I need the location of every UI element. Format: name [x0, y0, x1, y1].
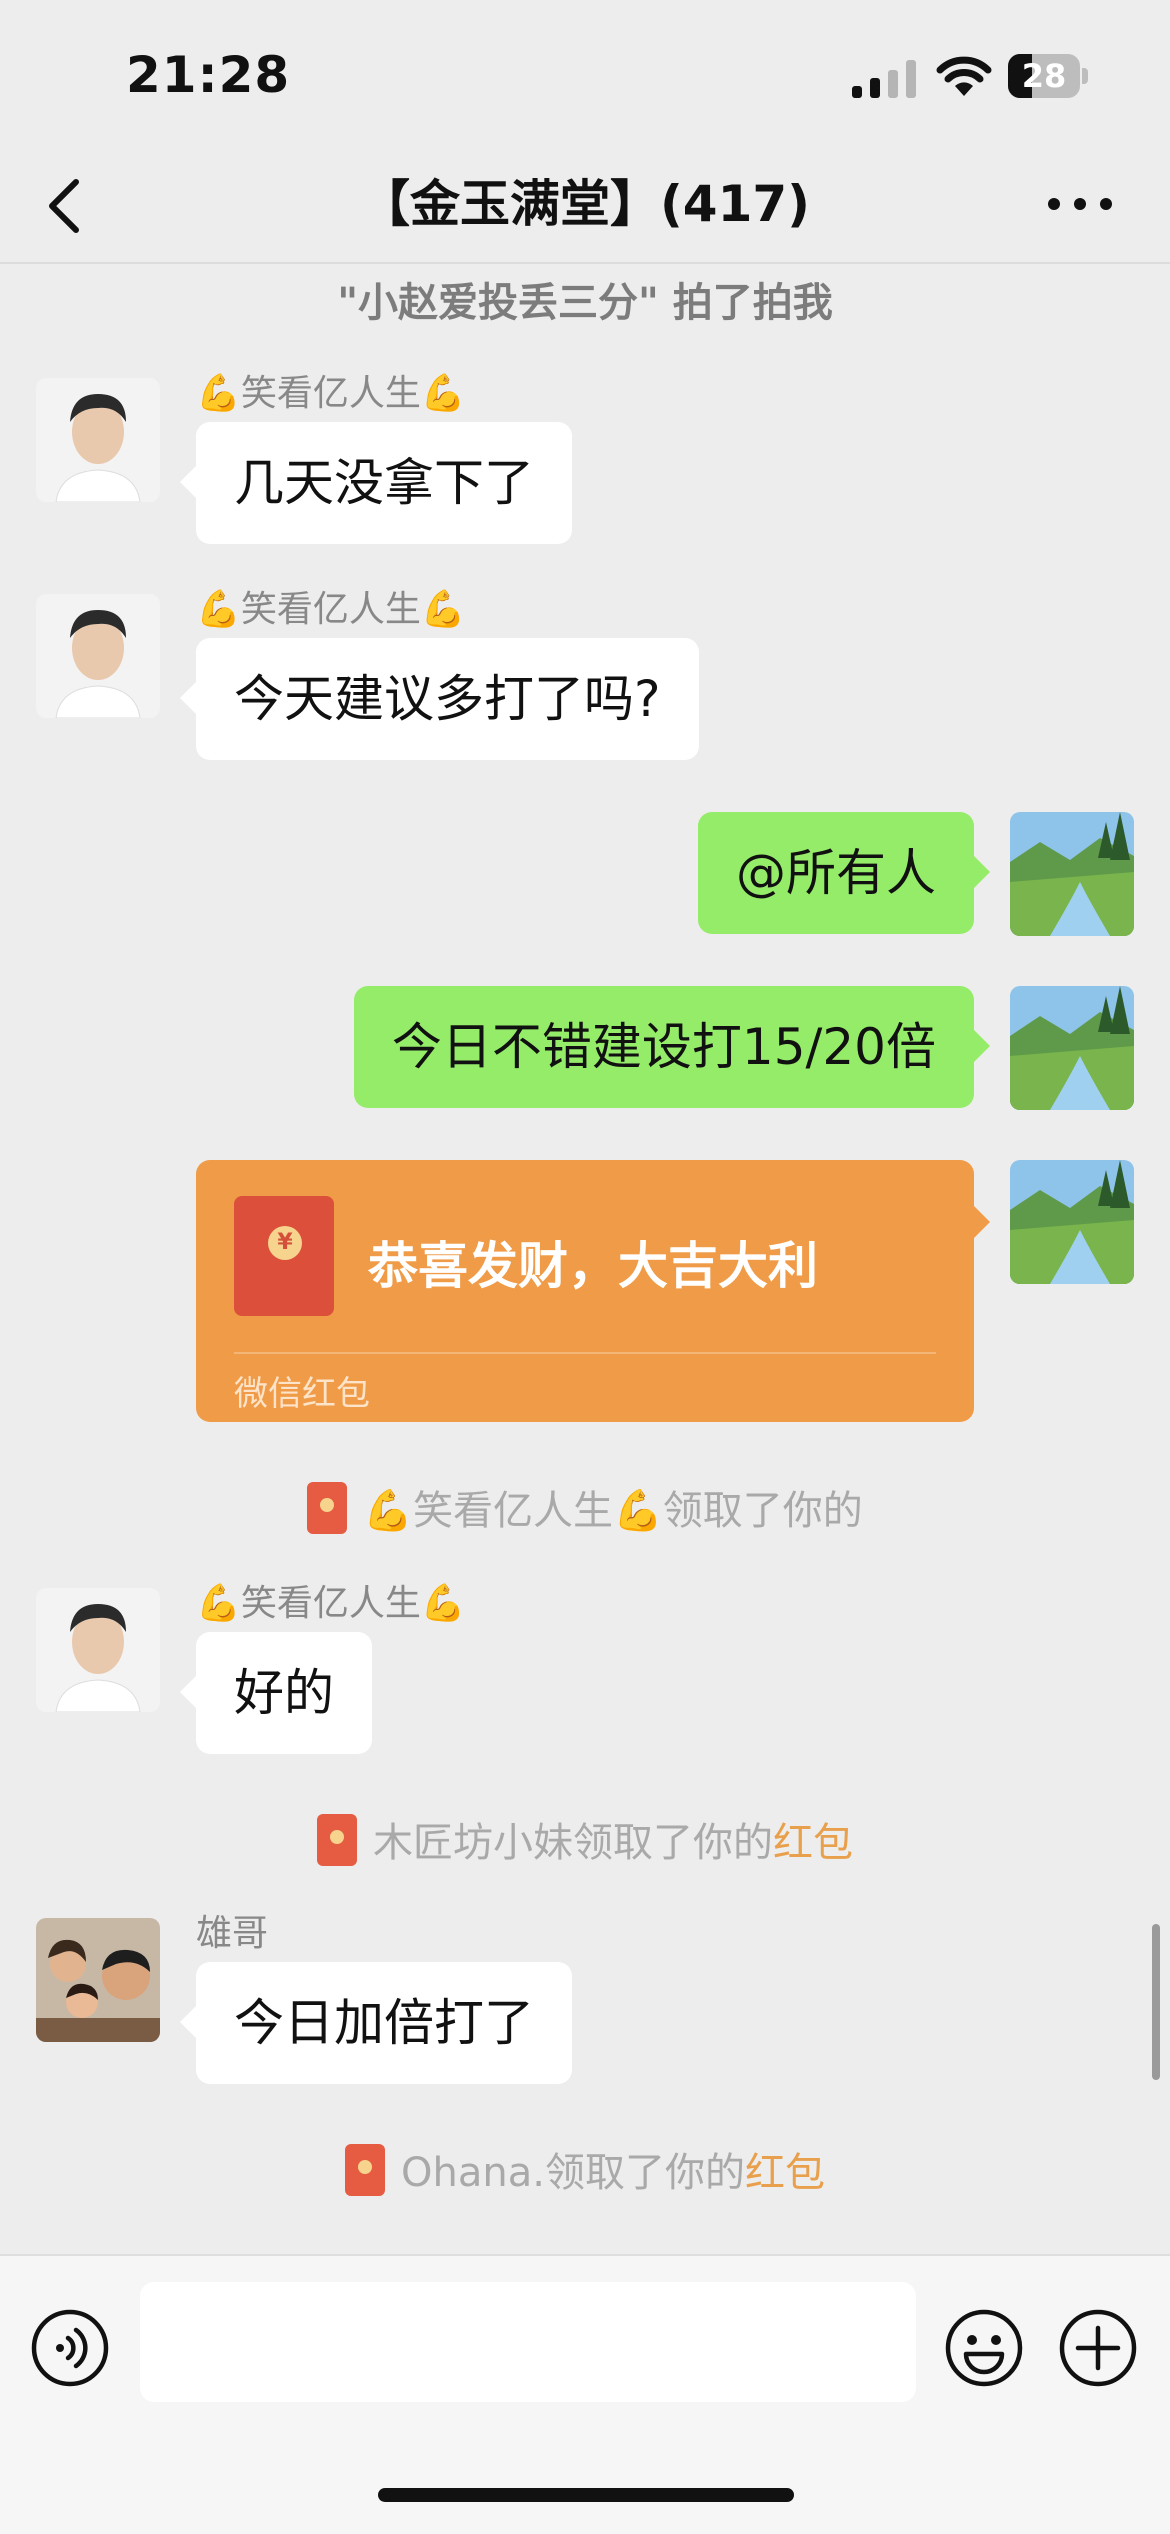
red-packet-claim-notice: 💪笑看亿人生💪领取了你的: [0, 1478, 1170, 1536]
message-bubble[interactable]: 好的: [180, 1632, 372, 1754]
sender-name: 雄哥: [196, 1913, 269, 1954]
status-time: 21:28: [126, 46, 291, 104]
cellular-signal-icon: [852, 60, 916, 98]
scrollbar[interactable]: [1152, 1924, 1160, 2080]
red-packet-icon: ¥: [234, 1196, 334, 1316]
battery-level: 28: [1021, 57, 1067, 95]
claim-text: Ohana.领取了你的: [401, 2150, 745, 2196]
red-packet-mini-icon: [345, 2144, 386, 2196]
claim-text: 木匠坊小妹领取了你的: [373, 1820, 773, 1866]
own-message-bubble[interactable]: @所有人: [698, 812, 990, 934]
sender-name: 💪笑看亿人生💪: [196, 589, 466, 630]
red-packet-claim-notice: Ohana.领取了你的红包: [0, 2140, 1170, 2198]
emoji-icon[interactable]: [944, 2308, 1024, 2388]
avatar[interactable]: [36, 1918, 160, 2042]
add-plus-icon[interactable]: [1058, 2308, 1138, 2388]
message-bubble[interactable]: 今天建议多打了吗?: [180, 638, 699, 760]
status-bar: 21:28 28: [0, 0, 1170, 150]
red-packet-label: 微信红包: [234, 1374, 370, 1414]
message-bubble[interactable]: 今日加倍打了: [180, 1962, 572, 2084]
red-packet-title: 恭喜发财，大吉大利: [368, 1237, 818, 1295]
chat-title: 【金玉满堂】(417): [359, 175, 811, 233]
message-bubble[interactable]: 几天没拿下了: [180, 422, 572, 544]
red-packet-claim-notice: 木匠坊小妹领取了你的红包: [0, 1810, 1170, 1868]
voice-input-icon[interactable]: [30, 2308, 110, 2388]
sender-name: 💪笑看亿人生💪: [196, 1583, 466, 1624]
red-packet-link[interactable]: 红包: [745, 2150, 825, 2196]
back-arrow-icon[interactable]: [38, 170, 98, 242]
avatar[interactable]: [36, 378, 160, 502]
wifi-icon: [936, 56, 992, 96]
own-avatar[interactable]: [1010, 1160, 1134, 1284]
own-avatar[interactable]: [1010, 812, 1134, 936]
claim-text: 💪笑看亿人生💪领取了你的: [363, 1488, 863, 1534]
own-message-bubble[interactable]: 今日不错建设打15/20倍: [353, 986, 991, 1108]
own-avatar[interactable]: [1010, 986, 1134, 1110]
message-input[interactable]: [140, 2282, 916, 2402]
home-indicator: [378, 2488, 794, 2502]
red-packet-card[interactable]: ¥ 恭喜发财，大吉大利 微信红包: [196, 1160, 990, 1422]
red-packet-mini-icon: [317, 1814, 357, 1866]
avatar[interactable]: [36, 1588, 160, 1712]
chat-header: 【金玉满堂】(417): [0, 150, 1170, 264]
red-packet-mini-icon: [307, 1482, 348, 1534]
sender-name: 💪笑看亿人生💪: [196, 373, 466, 414]
red-packet-link[interactable]: 红包: [773, 1820, 853, 1866]
more-options-icon[interactable]: [1040, 174, 1120, 234]
battery-icon: 28: [1008, 54, 1088, 98]
system-pat-message: "小赵爱投丢三分" 拍了拍我: [337, 280, 833, 326]
avatar[interactable]: [36, 594, 160, 718]
